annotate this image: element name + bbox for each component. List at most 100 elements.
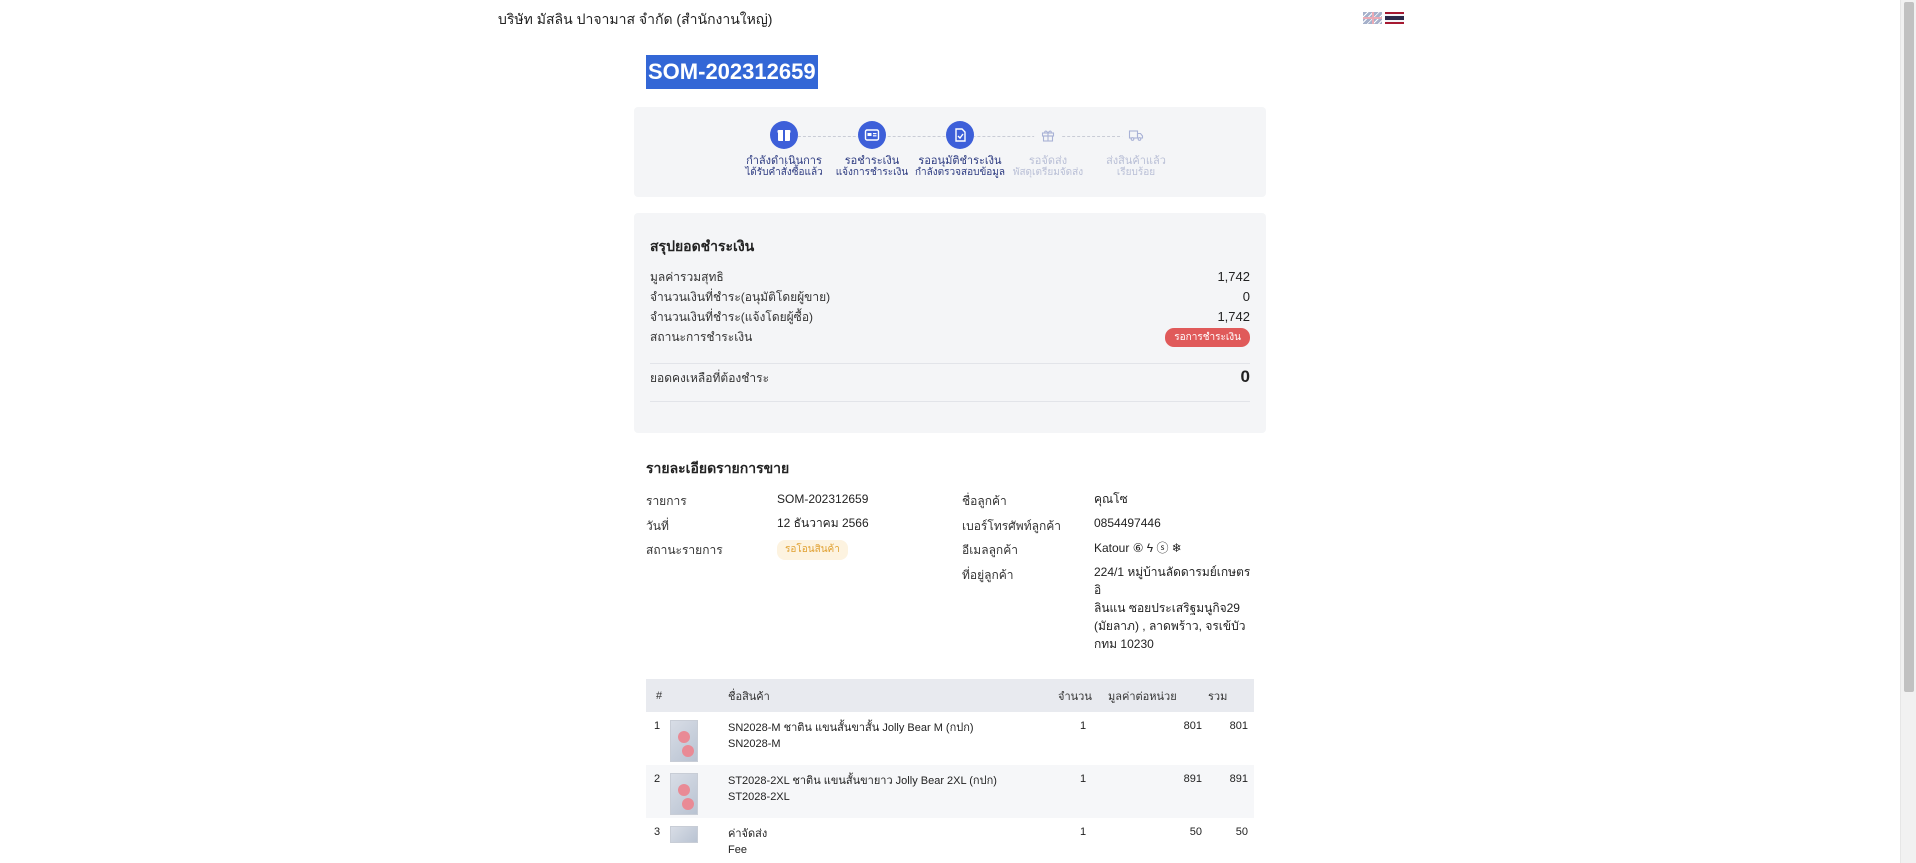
address-line: (มัยลาภ) , ลาดพร้าว, จรเข้บัว: [1094, 619, 1246, 633]
customer-name-value: คุณโซ: [1094, 492, 1128, 506]
order-status-value: รอโอนสินค้า: [777, 539, 848, 560]
step-awaiting-shipment: รอจัดส่ง พัสดุเตรียมจัดส่ง: [998, 121, 1098, 178]
row-image-cell: [670, 765, 728, 818]
date-label: วันที่: [646, 519, 669, 533]
divider: [650, 363, 1250, 364]
row-num: 3: [654, 826, 661, 838]
paid-approved-label: จำนวนเงินที่ชำระ(อนุมัติโดยผู้ขาย): [650, 290, 831, 304]
product-thumbnail[interactable]: [670, 720, 698, 762]
row-qty: 1: [1079, 826, 1087, 838]
step-shipped: ส่งสินค้าแล้ว เรียบร้อย: [1086, 121, 1186, 178]
col-unit-price-header: มูลค่าต่อหน่วย: [1108, 679, 1208, 712]
payment-card-icon: [858, 121, 886, 149]
paid-approved-row: จำนวนเงินที่ชำระ(อนุมัติโดยผู้ขาย) 0: [650, 288, 1250, 308]
order-progress-steps: กำลังดำเนินการ ได้รับคำสั่งซื้อแล้ว รอชำ…: [634, 107, 1266, 197]
row-image-cell: [670, 818, 728, 863]
step-subtitle: พัสดุเตรียมจัดส่ง: [1012, 167, 1084, 178]
product-sku: Fee: [728, 844, 747, 856]
col-image-header: [670, 679, 728, 712]
col-qty-header: จำนวน: [1058, 679, 1108, 712]
truck-icon: [1122, 121, 1150, 149]
step-processing: กำลังดำเนินการ ได้รับคำสั่งซื้อแล้ว: [734, 121, 834, 178]
table-row: 3 ค่าจัดส่ง Fee 1 50 50: [646, 818, 1254, 863]
page-scrollbar[interactable]: [1900, 0, 1916, 863]
step-title: รอจัดส่ง: [1028, 155, 1068, 167]
row-total: 801: [1229, 720, 1248, 732]
customer-phone-label: เบอร์โทรศัพท์ลูกค้า: [962, 519, 1061, 533]
net-total-label: มูลค่ารวมสุทธิ: [650, 270, 724, 284]
order-value: SOM-202312659: [777, 492, 869, 506]
step-subtitle: แจ้งการชำระเงิน: [835, 167, 909, 178]
step-title: ส่งสินค้าแล้ว: [1106, 155, 1166, 167]
product-sku: ST2028-2XL: [728, 791, 790, 803]
paid-approved-value: 0: [1242, 289, 1250, 304]
step-awaiting-payment: รอชำระเงิน แจ้งการชำระเงิน: [822, 121, 922, 178]
scrollbar-thumb[interactable]: [1904, 2, 1914, 692]
company-name: บริษัท มัสลิน ปาจามาส จำกัด (สำนักงานใหญ…: [498, 11, 773, 27]
row-unit-price: 50: [1189, 826, 1202, 838]
row-unit-price: 891: [1108, 765, 1208, 818]
customer-phone-value: 0854497446: [1094, 516, 1161, 530]
step-subtitle: เรียบร้อย: [1116, 167, 1156, 178]
paid-buyer-row: จำนวนเงินที่ชำระ(แจ้งโดยผู้ซื้อ) 1,742: [650, 308, 1250, 328]
row-num: 2: [646, 765, 670, 818]
row-num: 1: [654, 720, 661, 732]
col-total-header: รวม: [1208, 679, 1254, 712]
col-name-header: ชื่อสินค้า: [728, 679, 1058, 712]
customer-name-label: ชื่อลูกค้า: [962, 494, 1007, 508]
thai-flag-icon[interactable]: [1385, 12, 1404, 24]
payment-status-label: สถานะการชำระเงิน: [650, 330, 753, 344]
step-payment-approval: รออนุมัติชำระเงิน กำลังตรวจสอบข้อมูล: [910, 121, 1010, 178]
step-title: รออนุมัติชำระเงิน: [918, 155, 1002, 167]
row-total: 50: [1235, 826, 1248, 838]
customer-email-label: อีเมลลูกค้า: [962, 543, 1018, 557]
payment-status-badge: รอการชำระเงิน: [1165, 328, 1250, 347]
customer-address-value: 224/1 หมู่บ้านลัดดารมย์เกษตรอิ ลินแน ซอย…: [1094, 563, 1254, 653]
payment-summary-panel: สรุปยอดชำระเงิน มูลค่ารวมสุทธิ 1,742 จำน…: [634, 213, 1266, 433]
product-thumbnail[interactable]: [670, 826, 698, 843]
customer-address-label: ที่อยู่ลูกค้า: [962, 568, 1014, 582]
table-row: 2 ST2028-2XL ชาติน แขนสั้นขายาว Jolly Be…: [646, 765, 1254, 818]
address-line: ลินแน ซอยประเสริฐมนูกิจ29: [1094, 601, 1240, 615]
payment-status-row: สถานะการชำระเงิน รอการชำระเงิน: [650, 328, 1250, 348]
paid-buyer-value: 1,742: [1217, 309, 1250, 324]
english-flag-icon[interactable]: [1363, 12, 1382, 24]
table-header-row: # ชื่อสินค้า จำนวน มูลค่าต่อหน่วย รวม: [646, 679, 1254, 712]
product-sku: SN2028-M: [728, 738, 781, 750]
balance-label: ยอดคงเหลือที่ต้องชำระ: [650, 371, 770, 385]
row-name-cell: SN2028-M ชาติน แขนสั้นขาสั้น Jolly Bear …: [728, 712, 1058, 765]
order-items-table: # ชื่อสินค้า จำนวน มูลค่าต่อหน่วย รวม 1 …: [646, 679, 1254, 863]
net-total-value: 1,742: [1217, 269, 1250, 284]
order-number-title: SOM-202312659: [646, 55, 818, 89]
customer-email-value: Katour ⑥ ϟ ⓢ ❄: [1094, 541, 1182, 555]
product-name: ST2028-2XL ชาติน แขนสั้นขายาว Jolly Bear…: [728, 775, 997, 787]
top-bar: บริษัท มัสลิน ปาจามาส จำกัด (สำนักงานใหญ…: [0, 0, 1900, 36]
product-name: ค่าจัดส่ง: [728, 828, 768, 840]
row-name-cell: ค่าจัดส่ง Fee: [728, 818, 1058, 863]
divider: [650, 401, 1250, 402]
gift-icon: [1034, 121, 1062, 149]
row-image-cell: [670, 712, 728, 765]
row-unit-price: 801: [1183, 720, 1202, 732]
order-label: รายการ: [646, 494, 687, 508]
row-qty: 1: [1079, 720, 1087, 732]
payment-summary-title: สรุปยอดชำระเงิน: [650, 238, 755, 254]
product-thumbnail[interactable]: [670, 773, 698, 815]
order-status-label: สถานะรายการ: [646, 543, 723, 557]
row-qty: 1: [1058, 765, 1108, 818]
net-total-row: มูลค่ารวมสุทธิ 1,742: [650, 268, 1250, 288]
step-subtitle: กำลังตรวจสอบข้อมูล: [914, 167, 1006, 178]
table-row: 1 SN2028-M ชาติน แขนสั้นขาสั้น Jolly Bea…: [646, 712, 1254, 765]
step-title: กำลังดำเนินการ: [746, 155, 822, 167]
document-check-icon: [946, 121, 974, 149]
box-icon: [770, 121, 798, 149]
row-name-cell: ST2028-2XL ชาติน แขนสั้นขายาว Jolly Bear…: [728, 765, 1058, 818]
step-title: รอชำระเงิน: [844, 155, 900, 167]
order-details-title: รายละเอียดรายการขาย: [646, 460, 790, 476]
date-value: 12 ธันวาคม 2566: [777, 516, 869, 530]
balance-value: 0: [1240, 367, 1250, 386]
step-subtitle: ได้รับคำสั่งซื้อแล้ว: [745, 167, 823, 178]
row-total: 891: [1208, 765, 1254, 818]
address-line: 224/1 หมู่บ้านลัดดารมย์เกษตรอิ: [1094, 565, 1251, 597]
col-num-header: #: [646, 679, 670, 712]
